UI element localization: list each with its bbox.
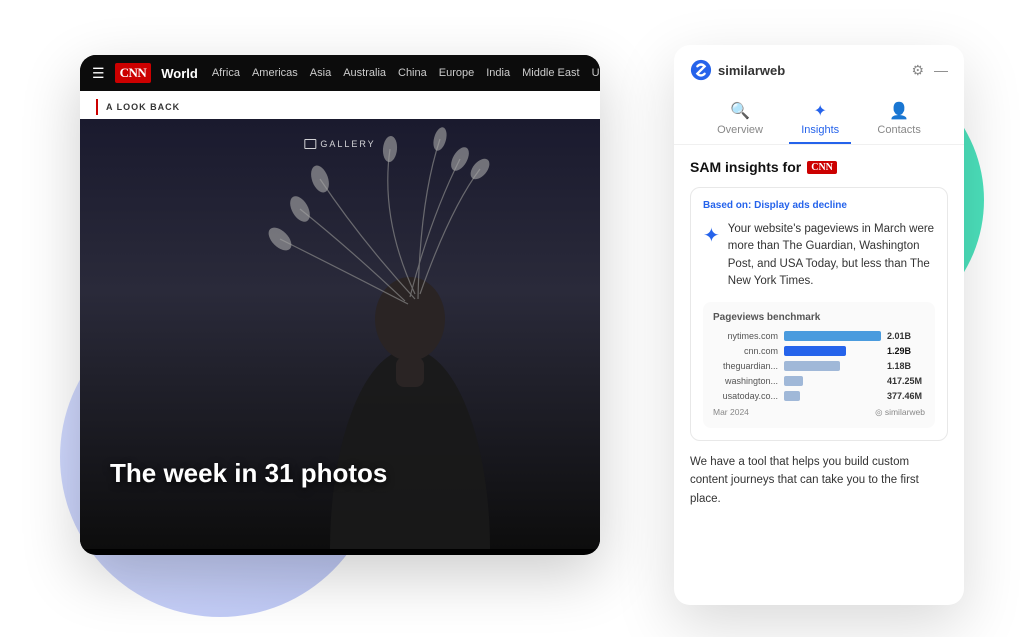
nav-link-uk[interactable]: United Kingdom [592, 67, 600, 79]
cnn-badge: CNN [807, 161, 837, 174]
chart-row-cnn: cnn.com 1.29B [713, 346, 925, 356]
sw-logo-row: similarweb ⚙ — [690, 59, 948, 81]
sparkle-icon: ✦ [703, 223, 720, 290]
red-accent-bar [96, 99, 98, 115]
cnn-value: 1.29B [887, 346, 925, 356]
cnn-hero-image: GALLERY The week in 31 photos [80, 119, 600, 549]
nav-link-china[interactable]: China [398, 67, 427, 79]
sw-tabs: 🔍 Overview ✦ Insights 👤 Contacts [690, 93, 948, 144]
chart-title: Pageviews benchmark [713, 312, 925, 323]
overview-icon: 🔍 [730, 101, 750, 121]
gallery-icon [304, 139, 316, 149]
minimize-icon[interactable]: — [934, 62, 948, 78]
tab-contacts[interactable]: 👤 Contacts [865, 93, 932, 144]
pageviews-chart: Pageviews benchmark nytimes.com 2.01B cn… [703, 302, 935, 428]
washington-value: 417.25M [887, 376, 925, 386]
sw-bottom-text: We have a tool that helps you build cust… [690, 453, 948, 508]
insight-text: Your website's pageviews in March were m… [728, 221, 935, 290]
tab-contacts-label: Contacts [877, 124, 920, 136]
hero-title: The week in 31 photos [110, 458, 387, 489]
contacts-icon: 👤 [889, 101, 909, 121]
tab-overview-label: Overview [717, 124, 763, 136]
cnn-bar-container [784, 346, 881, 356]
cnn-logo: CNN [115, 63, 152, 83]
based-on-label: Based on: Display ads decline [703, 200, 935, 211]
nav-link-australia[interactable]: Australia [343, 67, 386, 79]
gallery-tag: GALLERY [304, 139, 375, 149]
similarweb-panel: similarweb ⚙ — 🔍 Overview ✦ Insights 👤 C… [674, 45, 964, 605]
tab-overview[interactable]: 🔍 Overview [705, 93, 775, 144]
cnn-bar [784, 346, 846, 356]
sw-header-actions: ⚙ — [911, 62, 948, 79]
usatoday-bar [784, 391, 800, 401]
nav-link-middle-east[interactable]: Middle East [522, 67, 579, 79]
look-back-label: A LOOK BACK [106, 102, 180, 112]
nytimes-value: 2.01B [887, 331, 925, 341]
usatoday-value: 377.46M [887, 391, 925, 401]
nytimes-bar [784, 331, 881, 341]
cnn-content-header: A LOOK BACK [80, 91, 600, 119]
insight-content: ✦ Your website's pageviews in March were… [703, 221, 935, 290]
nytimes-bar-container [784, 331, 881, 341]
chart-sw-brand: ◎ similarweb [875, 407, 925, 418]
sw-header: similarweb ⚙ — 🔍 Overview ✦ Insights 👤 C… [674, 45, 964, 145]
gear-icon[interactable]: ⚙ [911, 62, 924, 79]
tab-insights-label: Insights [801, 124, 839, 136]
insights-icon: ✦ [813, 101, 826, 121]
chart-row-guardian: theguardian... 1.18B [713, 361, 925, 371]
guardian-value: 1.18B [887, 361, 925, 371]
cnn-nav-world[interactable]: World [161, 66, 198, 81]
washington-bar [784, 376, 803, 386]
cnn-nav-links: Africa Americas Asia Australia China Eur… [212, 67, 600, 79]
washington-bar-container [784, 376, 881, 386]
guardian-bar [784, 361, 840, 371]
gallery-label: GALLERY [320, 139, 375, 149]
chart-row-washington: washington... 417.25M [713, 376, 925, 386]
usatoday-bar-container [784, 391, 881, 401]
nav-link-americas[interactable]: Americas [252, 67, 298, 79]
nav-link-asia[interactable]: Asia [310, 67, 331, 79]
sw-title-row: SAM insights for CNN [690, 159, 948, 175]
nav-link-india[interactable]: India [486, 67, 510, 79]
sw-logo-icon [690, 59, 712, 81]
nav-link-europe[interactable]: Europe [439, 67, 474, 79]
chart-date: Mar 2024 [713, 407, 749, 418]
chart-row-usatoday: usatoday.co... 377.46M [713, 391, 925, 401]
washington-label: washington... [713, 376, 778, 386]
hamburger-icon[interactable]: ☰ [92, 65, 105, 82]
guardian-label: theguardian... [713, 361, 778, 371]
tab-insights[interactable]: ✦ Insights [789, 93, 851, 144]
insight-card: Based on: Display ads decline ✦ Your web… [690, 187, 948, 441]
cnn-browser-window: ☰ CNN World Africa Americas Asia Austral… [80, 55, 600, 555]
chart-footer: Mar 2024 ◎ similarweb [713, 407, 925, 418]
sw-body: SAM insights for CNN Based on: Display a… [674, 145, 964, 605]
nav-link-africa[interactable]: Africa [212, 67, 240, 79]
usatoday-label: usatoday.co... [713, 391, 778, 401]
cnn-navbar: ☰ CNN World Africa Americas Asia Austral… [80, 55, 600, 91]
guardian-bar-container [784, 361, 881, 371]
cnn-chart-label: cnn.com [713, 346, 778, 356]
sw-logo: similarweb [690, 59, 785, 81]
chart-row-nytimes: nytimes.com 2.01B [713, 331, 925, 341]
nytimes-label: nytimes.com [713, 331, 778, 341]
sw-logo-text: similarweb [718, 63, 785, 78]
sw-title-text: SAM insights for [690, 159, 801, 175]
